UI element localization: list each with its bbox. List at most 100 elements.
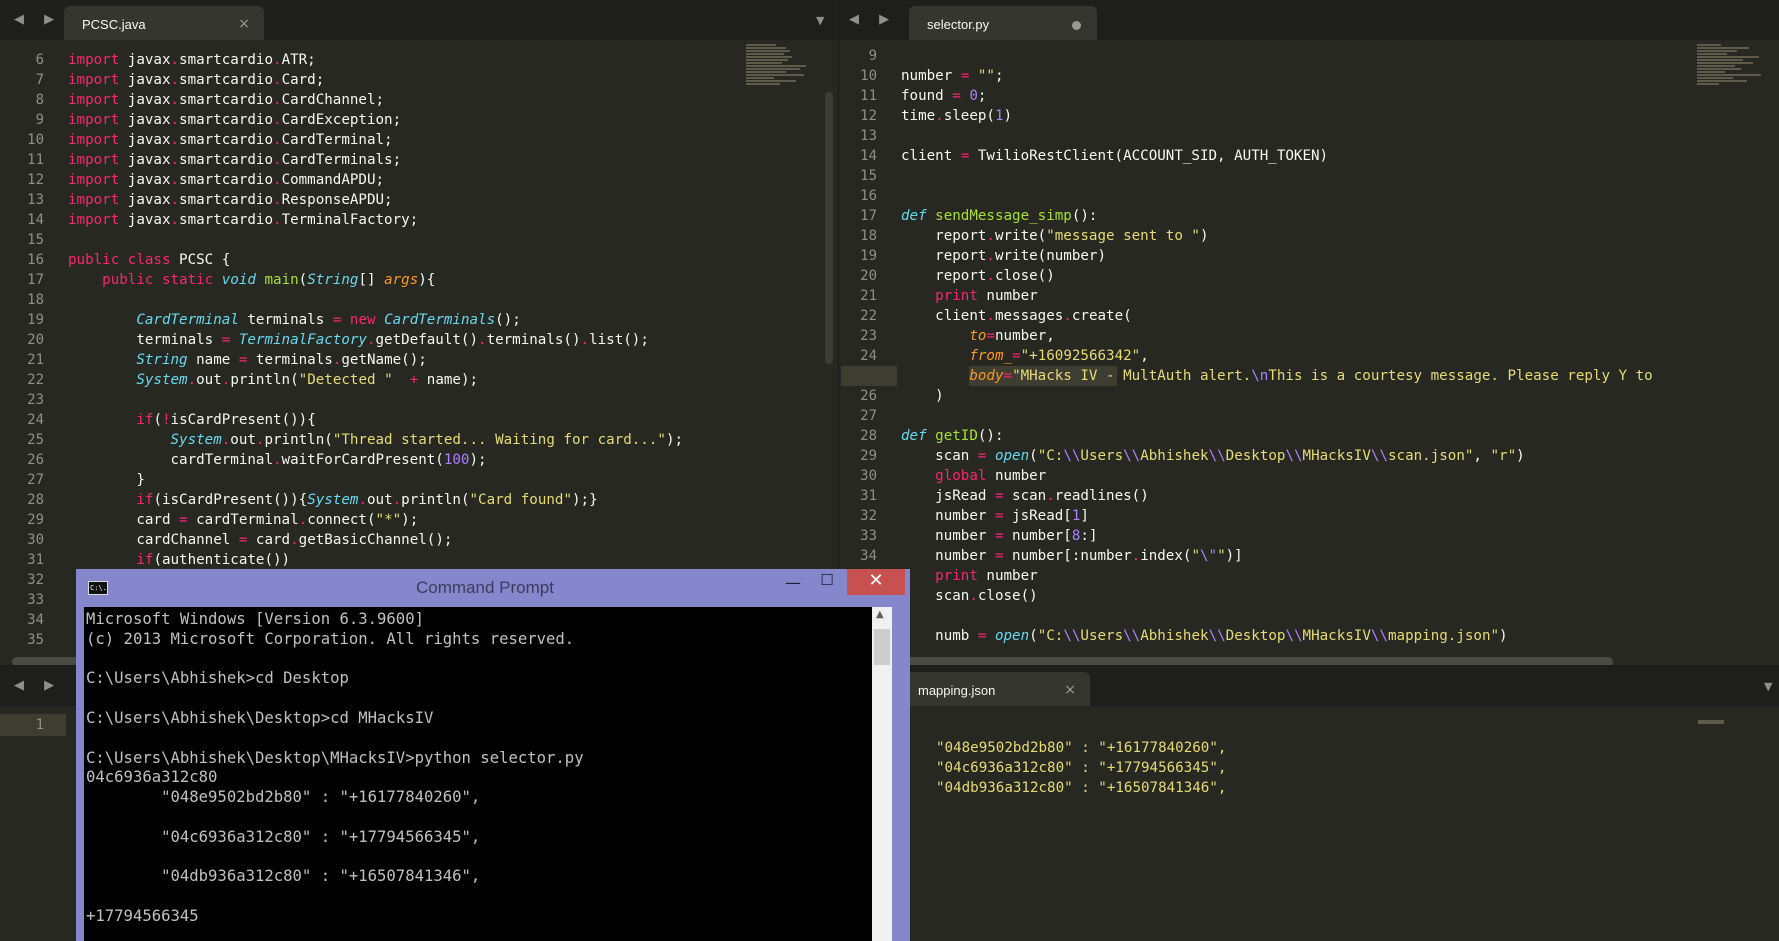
window-title-bar[interactable]: C:\. Command Prompt — ☐ ✕ bbox=[76, 569, 910, 607]
unsaved-dot-icon[interactable] bbox=[1072, 21, 1081, 30]
code-line: found = 0; bbox=[901, 88, 987, 104]
code-line: if(isCardPresent()){System.out.println("… bbox=[136, 492, 598, 508]
console-line: "048e9502bd2b80" : "+16177840260", bbox=[86, 788, 481, 807]
code-line: import javax.smartcardio.CardException; bbox=[68, 112, 402, 128]
line-number: 25 bbox=[27, 432, 44, 448]
code-area-bottom[interactable]: "048e9502bd2b80" : "+16177840260", "04c6… bbox=[936, 738, 1226, 798]
tab-selector-py[interactable]: selector.py bbox=[909, 6, 1097, 40]
line-number: 14 bbox=[860, 148, 877, 164]
code-line: number = jsRead[1] bbox=[901, 508, 1089, 524]
code-line: cardTerminal.waitForCardPresent(100); bbox=[68, 452, 487, 468]
json-entry: "048e9502bd2b80" : "+16177840260", bbox=[936, 740, 1227, 756]
minimize-button[interactable]: — bbox=[776, 573, 810, 599]
line-number: 18 bbox=[27, 292, 44, 308]
console-scrollbar[interactable]: ▲ bbox=[872, 607, 892, 941]
line-number: 18 bbox=[860, 228, 877, 244]
line-number: 20 bbox=[27, 332, 44, 348]
code-line: print number bbox=[935, 568, 1038, 584]
line-number: 21 bbox=[860, 288, 877, 304]
line-number: 24 bbox=[860, 348, 877, 364]
code-line: number = ""; bbox=[901, 68, 1004, 84]
tab-nav-arrows[interactable]: ◀ ▶ bbox=[14, 12, 62, 27]
line-gutter-right: 9101112131415161718192021222324252627282… bbox=[839, 46, 877, 626]
scroll-up-icon[interactable]: ▲ bbox=[876, 609, 884, 620]
line-number: 22 bbox=[860, 308, 877, 324]
line-number: 30 bbox=[27, 532, 44, 548]
command-prompt-window[interactable]: C:\. Command Prompt — ☐ ✕ Microsoft Wind… bbox=[76, 569, 910, 941]
code-area-left[interactable]: import javax.smartcardio.ATR; import jav… bbox=[68, 50, 683, 570]
code-area-right[interactable]: number = ""; found = 0; time.sleep(1) cl… bbox=[901, 46, 1653, 646]
code-line: import javax.smartcardio.ResponseAPDU; bbox=[68, 192, 393, 208]
tab-pcsc-java[interactable]: PCSC.java × bbox=[64, 6, 264, 40]
tab-mapping-json[interactable]: mapping.json × bbox=[900, 672, 1090, 706]
maximize-button[interactable]: ☐ bbox=[810, 571, 844, 597]
console-line: C:\Users\Abhishek>cd Desktop bbox=[86, 669, 349, 688]
line-number: 34 bbox=[27, 612, 44, 628]
code-line: def sendMessage_simp(): bbox=[901, 208, 1098, 224]
code-line: client.messages.create( bbox=[901, 308, 1132, 324]
line-number: 13 bbox=[860, 128, 877, 144]
close-icon[interactable]: × bbox=[1064, 682, 1076, 698]
line-number: 26 bbox=[860, 388, 877, 404]
code-line: report.write(number) bbox=[901, 248, 1107, 264]
console-line: +17794566345 bbox=[86, 906, 199, 925]
chevron-down-icon[interactable]: ▼ bbox=[1764, 680, 1772, 693]
json-entry: "04c6936a312c80" : "+17794566345", bbox=[936, 760, 1227, 776]
line-number: 22 bbox=[27, 372, 44, 388]
close-icon[interactable]: × bbox=[238, 16, 250, 32]
console-line: "04c6936a312c80" : "+17794566345", bbox=[86, 827, 481, 846]
console-line: Microsoft Windows [Version 6.3.9600] bbox=[86, 610, 424, 628]
line-number: 10 bbox=[860, 68, 877, 84]
code-line: import javax.smartcardio.CardTerminal; bbox=[68, 132, 393, 148]
chevron-down-icon[interactable]: ▼ bbox=[816, 14, 824, 27]
minimap-right[interactable] bbox=[1697, 44, 1761, 114]
code-line: terminals = TerminalFactory.getDefault()… bbox=[68, 332, 649, 348]
console-line: C:\Users\Abhishek\Desktop\MHacksIV>pytho… bbox=[86, 748, 584, 767]
code-line: numb = open("C:\\Users\\Abhishek\\Deskto… bbox=[901, 628, 1508, 644]
line-number: 6 bbox=[35, 52, 44, 68]
line-number: 27 bbox=[860, 408, 877, 424]
code-line: String name = terminals.getName(); bbox=[136, 352, 427, 368]
code-line: } bbox=[68, 472, 145, 488]
tab-nav-arrows[interactable]: ◀ ▶ bbox=[849, 12, 897, 27]
tab-nav-arrows[interactable]: ◀ ▶ bbox=[14, 678, 62, 693]
code-line: public class PCSC { bbox=[68, 252, 231, 268]
line-number: 8 bbox=[35, 92, 44, 108]
code-line: cardChannel = card.getBasicChannel(); bbox=[68, 532, 453, 548]
console-line: "04db936a312c80" : "+16507841346", bbox=[86, 867, 481, 886]
line-number: 32 bbox=[860, 508, 877, 524]
code-line: time.sleep(1) bbox=[901, 108, 1013, 124]
line-number: 34 bbox=[860, 548, 877, 564]
code-line: report.close() bbox=[901, 268, 1055, 284]
code-line: import javax.smartcardio.TerminalFactory… bbox=[68, 212, 419, 228]
horizontal-scrollbar-right[interactable] bbox=[853, 657, 1613, 665]
tab-label: mapping.json bbox=[918, 683, 996, 698]
tab-bar-right: ◀ ▶ selector.py bbox=[839, 0, 1779, 40]
close-button[interactable]: ✕ bbox=[847, 569, 905, 595]
code-line: number = number[8:] bbox=[901, 528, 1098, 544]
vertical-scrollbar-left[interactable] bbox=[825, 92, 833, 364]
line-number: 32 bbox=[27, 572, 44, 588]
minimap-left[interactable] bbox=[746, 44, 810, 114]
code-line: from_="+16092566342", bbox=[969, 348, 1149, 364]
tab-label: selector.py bbox=[927, 17, 990, 32]
line-number: 7 bbox=[35, 72, 44, 88]
console-icon: C:\. bbox=[88, 581, 108, 595]
code-line: report.write("message sent to ") bbox=[901, 228, 1209, 244]
minimap-bottom[interactable] bbox=[1698, 720, 1762, 728]
console-output[interactable]: Microsoft Windows [Version 6.3.9600] (c) … bbox=[84, 607, 872, 941]
line-number: 23 bbox=[860, 328, 877, 344]
console-line: C:\Users\Abhishek\Desktop>cd MHacksIV bbox=[86, 708, 434, 727]
line-number: 1 bbox=[35, 717, 44, 733]
tab-bar-left: ◀ ▶ PCSC.java × ▼ bbox=[0, 0, 838, 40]
code-line: card = cardTerminal.connect("*"); bbox=[68, 512, 419, 528]
scroll-thumb[interactable] bbox=[874, 629, 890, 665]
code-line: import javax.smartcardio.Card; bbox=[68, 72, 325, 88]
code-line: import javax.smartcardio.CardTerminals; bbox=[68, 152, 402, 168]
code-line: public static void main(String[] args){ bbox=[102, 272, 436, 288]
